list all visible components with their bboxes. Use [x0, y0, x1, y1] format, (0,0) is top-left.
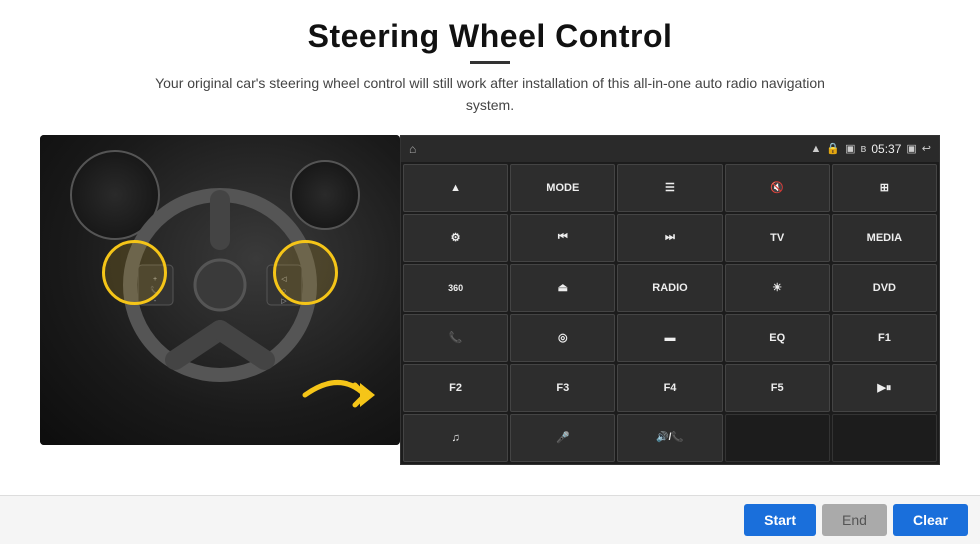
- vol-phone-button[interactable]: 🔊/📞: [617, 414, 722, 462]
- status-time: 05:37: [871, 142, 901, 156]
- prev-button[interactable]: ⏮: [510, 214, 615, 262]
- start-button[interactable]: Start: [744, 504, 816, 536]
- brightness-icon: ☀: [772, 281, 782, 294]
- screen-icon: ▬: [664, 332, 675, 344]
- navi-button[interactable]: ◎: [510, 314, 615, 362]
- bottom-action-bar: Start End Clear: [0, 495, 980, 544]
- home-icon[interactable]: ⌂: [409, 142, 416, 156]
- mode-label: MODE: [546, 182, 579, 194]
- f4-label: F4: [664, 382, 677, 394]
- title-divider: [470, 61, 510, 64]
- empty-btn-1: [725, 414, 830, 462]
- status-bar: ⌂ ▲ 🔒 ▣ ʙ 05:37 ▣ ↩: [401, 136, 939, 162]
- next-button[interactable]: ⏭: [617, 214, 722, 262]
- navi-icon: ◎: [558, 331, 568, 344]
- nav-button[interactable]: ▲: [403, 164, 508, 212]
- title-section: Steering Wheel Control Your original car…: [150, 18, 830, 117]
- f3-button[interactable]: F3: [510, 364, 615, 412]
- media-button[interactable]: MEDIA: [832, 214, 937, 262]
- content-area: + 📞 - ◁ ○ ▷: [40, 135, 940, 465]
- f1-label: F1: [878, 332, 891, 344]
- end-button[interactable]: End: [822, 504, 887, 536]
- mic-button[interactable]: 🎤: [510, 414, 615, 462]
- playpause-button[interactable]: ▶⏸: [832, 364, 937, 412]
- eq-button[interactable]: EQ: [725, 314, 830, 362]
- f1-button[interactable]: F1: [832, 314, 937, 362]
- lock-icon: 🔒: [826, 142, 840, 155]
- page-title: Steering Wheel Control: [150, 18, 830, 55]
- cam360-button[interactable]: 360: [403, 264, 508, 312]
- phone-button[interactable]: 📞: [403, 314, 508, 362]
- music-button[interactable]: ♫: [403, 414, 508, 462]
- nav-icon: ▲: [450, 182, 461, 194]
- tv-button[interactable]: TV: [725, 214, 830, 262]
- f2-label: F2: [449, 382, 462, 394]
- android-head-unit: ⌂ ▲ 🔒 ▣ ʙ 05:37 ▣ ↩ ▲ M: [400, 135, 940, 465]
- screen-record-icon: ▣: [906, 142, 916, 155]
- empty-btn-2: [832, 414, 937, 462]
- f5-button[interactable]: F5: [725, 364, 830, 412]
- mute-button[interactable]: 🔇: [725, 164, 830, 212]
- main-container: Steering Wheel Control Your original car…: [0, 0, 980, 544]
- prev-icon: ⏮: [558, 231, 568, 244]
- f4-button[interactable]: F4: [617, 364, 722, 412]
- back-icon[interactable]: ↩: [922, 142, 931, 155]
- mode-button[interactable]: MODE: [510, 164, 615, 212]
- vol-phone-icon: 🔊/📞: [656, 432, 684, 443]
- settings-icon: ⚙: [451, 231, 461, 244]
- button-grid: ▲ MODE ☰ 🔇 ⊞ ⚙ ⏮ ⏭ TV MEDIA 360 ⏏ RADIO …: [401, 162, 939, 464]
- playpause-icon: ▶⏸: [877, 381, 891, 395]
- bluetooth-icon: ʙ: [861, 143, 867, 155]
- dvd-button[interactable]: DVD: [832, 264, 937, 312]
- mic-icon: 🎤: [556, 431, 570, 444]
- clear-button[interactable]: Clear: [893, 504, 968, 536]
- wifi-icon: ▲: [811, 143, 822, 155]
- steering-wheel-background: + 📞 - ◁ ○ ▷: [40, 135, 400, 445]
- music-icon: ♫: [451, 432, 459, 444]
- list-icon: ☰: [665, 181, 675, 194]
- highlight-left: [102, 240, 167, 305]
- list-button[interactable]: ☰: [617, 164, 722, 212]
- apps-button[interactable]: ⊞: [832, 164, 937, 212]
- brightness-button[interactable]: ☀: [725, 264, 830, 312]
- highlight-right: [273, 240, 338, 305]
- status-left: ⌂: [409, 142, 416, 156]
- sim-icon: ▣: [845, 142, 855, 155]
- yellow-arrow: [300, 365, 380, 425]
- radio-button[interactable]: RADIO: [617, 264, 722, 312]
- eject-icon: ⏏: [558, 281, 568, 294]
- status-right: ▲ 🔒 ▣ ʙ 05:37 ▣ ↩: [811, 142, 932, 156]
- radio-label: RADIO: [652, 282, 687, 294]
- settings-button[interactable]: ⚙: [403, 214, 508, 262]
- next-icon: ⏭: [665, 231, 675, 244]
- car-image: + 📞 - ◁ ○ ▷: [40, 135, 400, 445]
- f2-button[interactable]: F2: [403, 364, 508, 412]
- phone-icon: 📞: [449, 331, 463, 344]
- tv-label: TV: [770, 232, 784, 244]
- eq-label: EQ: [769, 332, 785, 344]
- eject-button[interactable]: ⏏: [510, 264, 615, 312]
- mute-icon: 🔇: [770, 181, 784, 194]
- media-label: MEDIA: [867, 232, 902, 244]
- f5-label: F5: [771, 382, 784, 394]
- dvd-label: DVD: [873, 282, 896, 294]
- page-subtitle: Your original car's steering wheel contr…: [150, 72, 830, 117]
- f3-label: F3: [556, 382, 569, 394]
- cam360-label: 360: [448, 283, 463, 293]
- screen-button[interactable]: ▬: [617, 314, 722, 362]
- apps-icon: ⊞: [880, 181, 889, 194]
